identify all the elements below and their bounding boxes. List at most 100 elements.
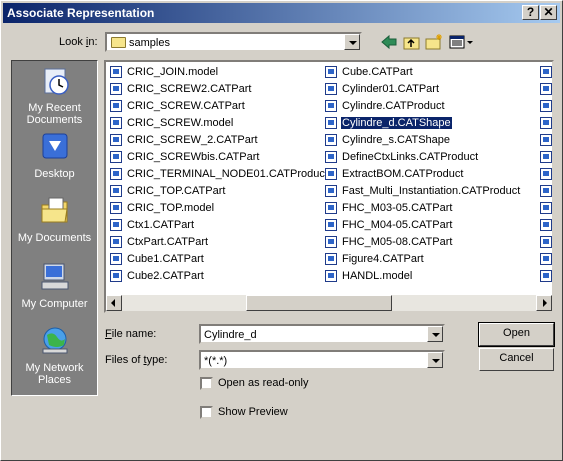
file-name: CRIC_TOP.model xyxy=(127,202,215,214)
help-button[interactable]: ? xyxy=(522,5,539,20)
file-item[interactable]: FHC_M03-05.CATPart xyxy=(323,200,537,217)
file-item[interactable]: DefineCtxLinks.CATProduct xyxy=(323,149,537,166)
scroll-right-button[interactable] xyxy=(536,295,552,311)
file-name-dropdown-button[interactable] xyxy=(427,326,443,342)
file-item[interactable]: Fast_Multi_Instantiation.CATProduct xyxy=(323,183,537,200)
place-recent-documents[interactable]: My Recent Documents xyxy=(12,65,97,126)
file-item[interactable]: Cylindre_d.CATShape xyxy=(323,115,537,132)
file-item[interactable]: FHC_M04-05.CATPart xyxy=(323,217,537,234)
file-item-clipped[interactable] xyxy=(538,200,552,217)
file-item[interactable]: HANDL.model xyxy=(323,268,537,285)
open-read-only-checkbox[interactable] xyxy=(200,377,213,390)
file-item-clipped[interactable] xyxy=(538,251,552,268)
show-preview-label[interactable]: Show Preview xyxy=(218,406,288,418)
file-item[interactable]: CRIC_TOP.CATPart xyxy=(108,183,320,200)
place-network[interactable]: My Network Places xyxy=(12,325,97,386)
scroll-thumb[interactable] xyxy=(246,295,392,311)
file-item-clipped[interactable] xyxy=(538,149,552,166)
file-item[interactable]: Cube1.CATPart xyxy=(108,251,320,268)
show-preview-checkbox[interactable] xyxy=(200,406,213,419)
up-folder-icon[interactable] xyxy=(402,33,422,51)
place-label: Desktop xyxy=(34,168,75,180)
desktop-icon xyxy=(42,133,67,159)
cancel-button[interactable]: Cancel xyxy=(479,348,554,371)
file-item-clipped[interactable] xyxy=(538,98,552,115)
views-menu-icon[interactable] xyxy=(448,33,474,51)
file-item[interactable]: CRIC_TERMINAL_NODE01.CATProduct xyxy=(108,166,328,183)
file-name: ExtractBOM.CATProduct xyxy=(342,168,464,180)
file-item[interactable]: Ctx1.CATPart xyxy=(108,217,320,234)
file-item-clipped[interactable] xyxy=(538,217,552,234)
place-my-documents[interactable]: My Documents xyxy=(12,195,97,244)
file-name: FHC_M03-05.CATPart xyxy=(342,202,453,214)
file-item[interactable]: Cylindre.CATProduct xyxy=(323,98,537,115)
places-bar: My Recent Documents Desktop My Documents xyxy=(11,60,98,396)
file-icon xyxy=(540,66,552,78)
file-item-clipped[interactable] xyxy=(538,268,552,285)
file-item[interactable]: Cube2.CATPart xyxy=(108,268,320,285)
file-item[interactable]: CRIC_SCREW_2.CATPart xyxy=(108,132,320,149)
back-icon[interactable] xyxy=(379,33,399,51)
file-item-clipped[interactable] xyxy=(538,115,552,132)
network-places-icon xyxy=(42,327,67,354)
file-item[interactable]: CRIC_SCREW.model xyxy=(108,115,320,132)
title-bar[interactable]: Associate Representation ? ✕ xyxy=(3,3,560,23)
file-icon xyxy=(110,270,122,282)
file-icon xyxy=(110,185,122,197)
place-my-computer[interactable]: My Computer xyxy=(12,261,97,310)
close-button[interactable]: ✕ xyxy=(540,5,557,20)
file-icon xyxy=(540,100,552,112)
open-button[interactable]: Open xyxy=(478,322,555,347)
my-documents-icon xyxy=(41,197,68,223)
file-item[interactable]: Figure4.CATPart xyxy=(323,251,537,268)
file-item-clipped[interactable] xyxy=(538,132,552,149)
look-in-dropdown-button[interactable] xyxy=(344,34,360,50)
file-name: CtxPart.CATPart xyxy=(127,236,209,248)
file-item-clipped[interactable] xyxy=(538,64,552,81)
file-icon xyxy=(540,236,552,248)
file-name: CRIC_TERMINAL_NODE01.CATProduct xyxy=(127,168,328,180)
file-item[interactable]: ExtractBOM.CATProduct xyxy=(323,166,537,183)
file-item[interactable]: CRIC_SCREWbis.CATPart xyxy=(108,149,320,166)
scroll-left-button[interactable] xyxy=(106,295,122,311)
file-name: Cylindre.CATProduct xyxy=(342,100,445,112)
file-icon xyxy=(540,117,552,129)
file-icon xyxy=(325,236,337,248)
file-item[interactable]: CRIC_JOIN.model xyxy=(108,64,320,81)
file-item[interactable]: CRIC_SCREW2.CATPart xyxy=(108,81,320,98)
file-name: Cube.CATPart xyxy=(342,66,413,78)
file-item-clipped[interactable] xyxy=(538,81,552,98)
place-desktop[interactable]: Desktop xyxy=(12,131,97,180)
file-icon xyxy=(110,134,122,146)
new-folder-icon[interactable] xyxy=(424,33,444,51)
file-item[interactable]: Cylindre_s.CATShape xyxy=(323,132,537,149)
file-name-combo[interactable]: Cylindre_d xyxy=(199,324,445,344)
file-icon xyxy=(325,168,337,180)
file-icon xyxy=(540,134,552,146)
file-icon xyxy=(325,219,337,231)
file-icon xyxy=(110,117,122,129)
place-label: My Computer xyxy=(21,298,88,310)
file-name: CRIC_SCREW2.CATPart xyxy=(127,83,252,95)
file-item-clipped[interactable] xyxy=(538,166,552,183)
file-item-clipped[interactable] xyxy=(538,234,552,251)
open-read-only-label[interactable]: Open as read-only xyxy=(218,377,309,389)
file-item[interactable]: FHC_M05-08.CATPart xyxy=(323,234,537,251)
file-list[interactable]: CRIC_JOIN.model CRIC_SCREW2.CATPart CRIC_S… xyxy=(104,60,554,313)
file-type-combo[interactable]: *(*.*) xyxy=(199,350,445,370)
file-type-dropdown-button[interactable] xyxy=(427,352,443,368)
recent-documents-icon xyxy=(44,68,69,95)
file-item[interactable]: CRIC_SCREW.CATPart xyxy=(108,98,320,115)
place-label: My Documents xyxy=(17,232,92,244)
file-item[interactable]: CRIC_TOP.model xyxy=(108,200,320,217)
file-item[interactable]: Cylinder01.CATPart xyxy=(323,81,537,98)
file-item-clipped[interactable] xyxy=(538,183,552,200)
file-item[interactable]: Cube.CATPart xyxy=(323,64,537,81)
file-name: HANDL.model xyxy=(342,270,413,282)
file-item[interactable]: CtxPart.CATPart xyxy=(108,234,320,251)
look-in-combo[interactable]: samples xyxy=(105,32,362,52)
horizontal-scrollbar[interactable] xyxy=(106,295,552,311)
file-icon xyxy=(110,83,122,95)
file-column-2: Cube.CATPart Cylinder01.CATPart Cylindre.C… xyxy=(323,64,537,285)
file-icon xyxy=(325,66,337,78)
